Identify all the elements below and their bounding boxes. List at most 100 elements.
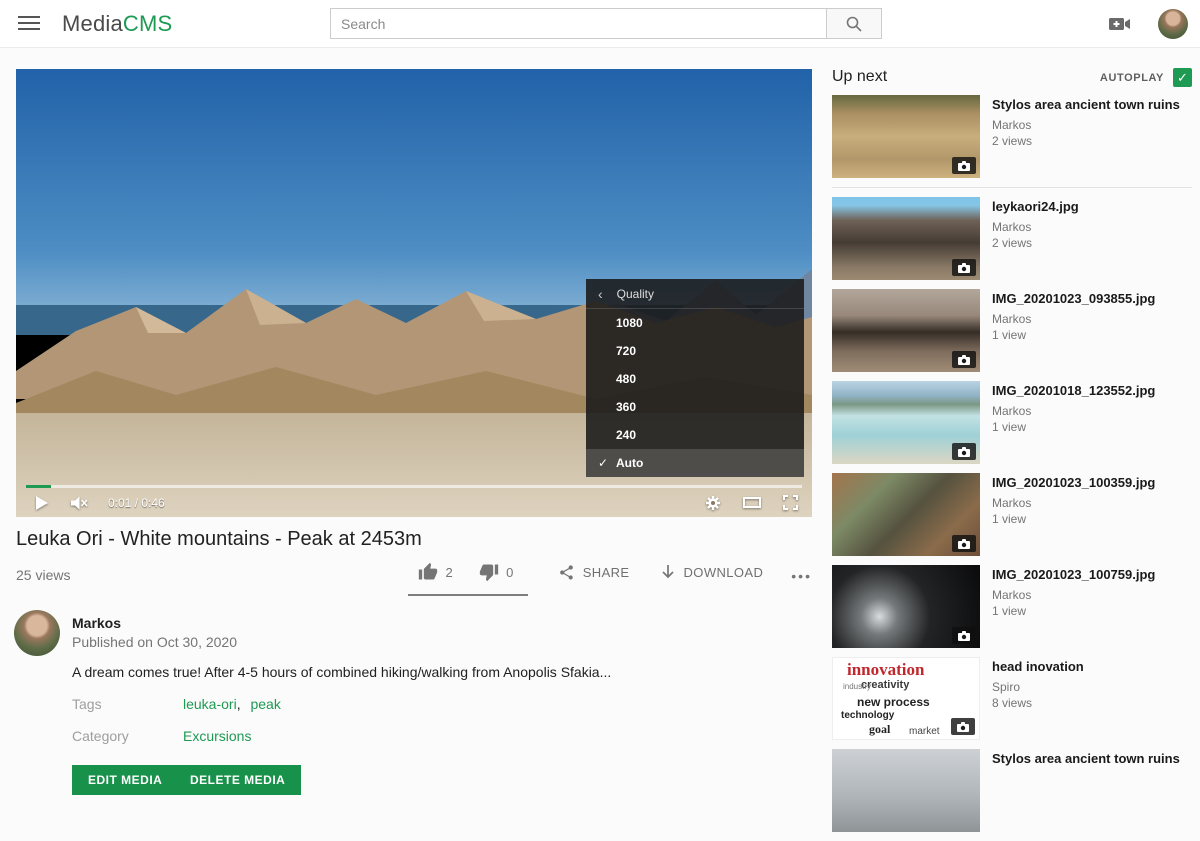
author-avatar[interactable]	[14, 610, 60, 656]
delete-media-button[interactable]: DELETE MEDIA	[174, 765, 301, 795]
camera-icon	[958, 631, 970, 641]
camera-icon	[958, 263, 970, 273]
user-avatar[interactable]	[1158, 9, 1188, 39]
quality-option-480[interactable]: 480	[586, 365, 804, 393]
camera-icon	[957, 722, 969, 732]
thumbnail-wordcloud: innovation creativity new process techno…	[832, 657, 980, 740]
search-bar	[330, 8, 882, 39]
fullscreen-icon	[783, 495, 798, 510]
camera-icon	[958, 355, 970, 365]
up-next-list: Stylos area ancient town ruins Markos 2 …	[832, 95, 1192, 841]
download-label: DOWNLOAD	[684, 565, 764, 580]
camera-icon	[958, 539, 970, 549]
camera-icon	[958, 447, 970, 457]
download-icon	[660, 564, 676, 581]
share-button[interactable]: SHARE	[558, 558, 630, 581]
category-link[interactable]: Excursions	[183, 728, 251, 744]
more-icon: •••	[791, 568, 812, 584]
item-author: Markos	[992, 495, 1155, 511]
quality-option-720[interactable]: 720	[586, 337, 804, 365]
tag-link-leuka-ori[interactable]: leuka-ori	[183, 696, 247, 712]
published-date: Published on Oct 30, 2020	[72, 634, 237, 650]
camera-icon	[958, 161, 970, 171]
item-views: 2 views	[992, 133, 1180, 149]
upload-media-button[interactable]	[1108, 13, 1132, 35]
thumbnail-img-100359	[832, 473, 980, 556]
logo-text-media: Media	[62, 11, 123, 36]
autoplay-label: AUTOPLAY	[1100, 72, 1164, 84]
quality-menu-title: Quality	[617, 287, 654, 301]
up-next-item[interactable]: IMG_20201018_123552.jpg Markos 1 view	[832, 381, 1192, 464]
play-button[interactable]	[36, 496, 48, 510]
search-icon	[845, 15, 863, 33]
quality-menu-back[interactable]: ‹ Quality	[586, 279, 804, 309]
image-media-badge	[952, 535, 976, 552]
image-media-badge	[952, 351, 976, 368]
item-views: 1 view	[992, 327, 1155, 343]
sidebar-divider	[832, 187, 1192, 188]
app-logo[interactable]: MediaCMS	[62, 11, 172, 37]
item-views: 1 view	[992, 419, 1155, 435]
image-media-badge	[952, 157, 976, 174]
item-author: Markos	[992, 117, 1180, 133]
time-display: 0:01 / 0:46	[108, 496, 165, 510]
media-actions: 2 0 SHARE DOWNLOAD •••	[16, 558, 812, 596]
fullscreen-button[interactable]	[783, 495, 798, 510]
quality-option-240[interactable]: 240	[586, 421, 804, 449]
up-next-header: Up next AUTOPLAY ✓	[832, 68, 1192, 90]
quality-option-1080[interactable]: 1080	[586, 309, 804, 337]
up-next-item[interactable]: innovation creativity new process techno…	[832, 657, 1192, 740]
media-title: Leuka Ori - White mountains - Peak at 24…	[16, 528, 796, 551]
check-icon: ✓	[598, 456, 616, 470]
search-input[interactable]	[330, 8, 826, 39]
up-next-item[interactable]: leykaori24.jpg Markos 2 views	[832, 197, 1192, 280]
item-views: 1 view	[992, 511, 1155, 527]
settings-button[interactable]	[705, 495, 721, 511]
rating-group: 2 0	[408, 558, 527, 596]
quality-menu: ‹ Quality 1080 720 480 360 240 ✓ Auto	[586, 279, 804, 477]
download-button[interactable]: DOWNLOAD	[660, 558, 764, 581]
thumbnail-stylos-misty	[832, 749, 980, 832]
player-controls: 0:01 / 0:46	[16, 488, 812, 517]
item-author: Markos	[992, 403, 1155, 419]
item-author: Markos	[992, 311, 1155, 327]
quality-option-360[interactable]: 360	[586, 393, 804, 421]
tag-link-peak[interactable]: peak	[250, 696, 280, 712]
video-upload-icon	[1108, 13, 1132, 35]
autoplay-checkbox[interactable]: ✓	[1173, 68, 1192, 87]
thumbnail-img-123552	[832, 381, 980, 464]
check-icon: ✓	[1177, 70, 1188, 86]
image-media-badge	[951, 718, 975, 735]
dislike-count: 0	[506, 565, 514, 580]
tags-label: Tags	[72, 696, 102, 712]
item-author: Spiro	[992, 679, 1084, 695]
theater-mode-button[interactable]	[743, 497, 761, 508]
up-next-item[interactable]: IMG_20201023_100759.jpg Markos 1 view	[832, 565, 1192, 648]
category-label: Category	[72, 728, 129, 744]
up-next-item[interactable]: Stylos area ancient town ruins	[832, 749, 1192, 832]
image-media-badge	[952, 443, 976, 460]
thumb-up-icon	[418, 562, 438, 582]
up-next-item[interactable]: IMG_20201023_100359.jpg Markos 1 view	[832, 473, 1192, 556]
like-count: 2	[445, 565, 453, 580]
author-name[interactable]: Markos	[72, 615, 121, 631]
up-next-item[interactable]: Stylos area ancient town ruins Markos 2 …	[832, 95, 1192, 178]
edit-media-button[interactable]: EDIT MEDIA	[72, 765, 178, 795]
up-next-title: Up next	[832, 68, 887, 86]
like-button[interactable]: 2	[418, 562, 453, 582]
media-description: A dream comes true! After 4-5 hours of c…	[72, 664, 712, 680]
thumb-down-icon	[479, 562, 499, 582]
search-button[interactable]	[826, 8, 882, 39]
item-views: 1 view	[992, 603, 1155, 619]
up-next-item[interactable]: IMG_20201023_093855.jpg Markos 1 view	[832, 289, 1192, 372]
item-author: Markos	[992, 587, 1155, 603]
thumbnail-img-093855	[832, 289, 980, 372]
quality-option-auto-selected[interactable]: ✓ Auto	[586, 449, 804, 477]
hamburger-menu-icon[interactable]	[18, 16, 40, 32]
video-player[interactable]: ‹ Quality 1080 720 480 360 240 ✓ Auto 0:…	[16, 69, 812, 517]
more-options-button[interactable]: •••	[791, 558, 812, 584]
volume-muted-icon	[70, 495, 88, 511]
dislike-button[interactable]: 0	[479, 562, 514, 582]
logo-text-cms: CMS	[123, 11, 173, 36]
mute-button[interactable]	[70, 495, 88, 511]
